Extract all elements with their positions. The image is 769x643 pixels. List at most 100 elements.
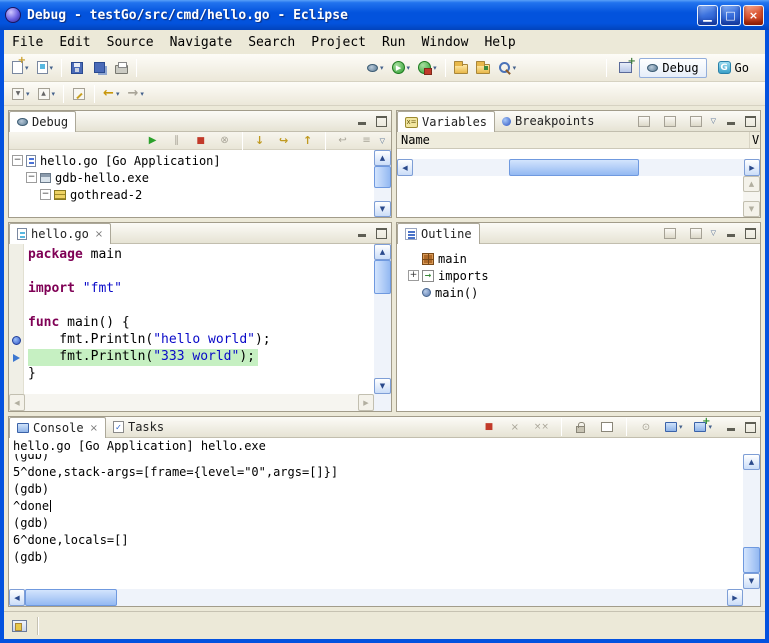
view-menu-icon[interactable]: ▽: [711, 229, 716, 237]
editor-code-area[interactable]: package mainimport "fmt"func main() { fm…: [24, 244, 374, 394]
remove-all-launches-button[interactable]: ××: [531, 416, 552, 438]
scroll-left-button[interactable]: ◀: [397, 159, 413, 176]
scroll-up-button[interactable]: ▲: [743, 176, 760, 192]
scrollbar-thumb[interactable]: [374, 166, 391, 188]
scroll-down-button[interactable]: ▼: [743, 573, 760, 589]
minimize-view-icon[interactable]: [725, 115, 738, 127]
dropdown-icon[interactable]: ▾: [433, 64, 437, 72]
minimize-button[interactable]: ▁: [697, 5, 718, 26]
save-all-button[interactable]: [89, 57, 109, 79]
menu-edit[interactable]: Edit: [51, 32, 98, 53]
scrollbar-track[interactable]: [25, 589, 727, 606]
previous-annotation-button[interactable]: ▾: [35, 83, 59, 105]
view-menu-icon[interactable]: ▽: [711, 117, 716, 125]
scroll-lock-button[interactable]: [571, 416, 591, 438]
perspective-debug-button[interactable]: Debug: [639, 58, 706, 78]
maximize-view-icon[interactable]: [743, 115, 756, 127]
scrollbar-track[interactable]: [413, 159, 744, 176]
terminate-button[interactable]: ■: [479, 416, 499, 438]
maximize-view-icon[interactable]: [743, 421, 756, 433]
variables-column-header[interactable]: Name V: [397, 132, 760, 149]
save-button[interactable]: [67, 57, 87, 79]
tree-row[interactable]: −gothread-2: [9, 186, 374, 203]
menu-help[interactable]: Help: [476, 32, 523, 53]
tree-row[interactable]: main(): [405, 284, 760, 301]
scroll-left-button[interactable]: ◀: [9, 589, 25, 606]
menu-window[interactable]: Window: [413, 32, 476, 53]
scrollbar-thumb[interactable]: [374, 260, 391, 294]
minus-expander-icon[interactable]: −: [40, 189, 51, 200]
resume-button[interactable]: ▶: [143, 130, 163, 152]
scroll-up-button[interactable]: ▲: [743, 454, 760, 470]
plus-expander-icon[interactable]: +: [408, 270, 419, 281]
dropdown-icon[interactable]: ▾: [50, 64, 54, 72]
tree-row[interactable]: +imports: [405, 267, 760, 284]
menu-navigate[interactable]: Navigate: [162, 32, 241, 53]
step-filters-button[interactable]: ≡: [357, 130, 377, 152]
dropdown-icon[interactable]: ▾: [380, 64, 384, 72]
run-button[interactable]: ▾: [389, 57, 414, 79]
close-button[interactable]: ×: [743, 5, 764, 26]
horizontal-scrollbar[interactable]: ◀ ▶: [9, 589, 743, 606]
scrollbar-track[interactable]: [374, 260, 391, 378]
show-type-names-button[interactable]: [634, 110, 654, 132]
suspend-button[interactable]: ∥: [167, 130, 187, 152]
dropdown-icon[interactable]: ▾: [116, 90, 120, 98]
open-perspective-button[interactable]: [615, 57, 635, 79]
menu-run[interactable]: Run: [374, 32, 413, 53]
scroll-right-button[interactable]: ▶: [744, 159, 760, 176]
scroll-down-button[interactable]: ▼: [374, 201, 391, 217]
dropdown-icon[interactable]: ▾: [140, 90, 144, 98]
scroll-up-button[interactable]: ▲: [374, 244, 391, 260]
minus-expander-icon[interactable]: −: [26, 172, 37, 183]
import-folder-button[interactable]: [473, 57, 493, 79]
menu-project[interactable]: Project: [303, 32, 374, 53]
menu-search[interactable]: Search: [240, 32, 303, 53]
vertical-scrollbar-disabled[interactable]: ▲ ▼: [743, 176, 760, 217]
minimize-view-icon[interactable]: [725, 227, 738, 239]
title-bar[interactable]: Debug - testGo/src/cmd/hello.go - Eclips…: [0, 0, 769, 30]
forward-button[interactable]: →▾: [124, 83, 146, 105]
pin-console-button[interactable]: ⊙: [636, 416, 656, 438]
new-go-element-button[interactable]: ▾: [34, 57, 57, 79]
debug-tree[interactable]: −hello.go [Go Application]−gdb-hello.exe…: [9, 150, 374, 217]
column-name[interactable]: Name: [397, 132, 750, 148]
open-folder-button[interactable]: [451, 57, 471, 79]
scrollbar-thumb[interactable]: [509, 159, 639, 176]
vertical-scrollbar[interactable]: ▲ ▼: [374, 150, 391, 217]
dropdown-icon[interactable]: ▾: [407, 64, 411, 72]
scroll-down-button[interactable]: ▼: [743, 201, 760, 217]
horizontal-scrollbar-disabled[interactable]: ◀ ▶: [9, 394, 374, 411]
remove-launch-button[interactable]: ×: [505, 416, 525, 438]
breakpoint-icon[interactable]: [12, 336, 21, 345]
step-over-button[interactable]: ↪: [274, 130, 294, 152]
filter-button[interactable]: [686, 222, 706, 244]
maximize-view-icon[interactable]: [743, 227, 756, 239]
vertical-scrollbar[interactable]: ▲ ▼: [743, 454, 760, 589]
scrollbar-track[interactable]: [743, 470, 760, 573]
scrollbar-thumb[interactable]: [743, 547, 760, 573]
maximize-view-icon[interactable]: [374, 227, 387, 239]
console-output[interactable]: (gdb)5^done,stack-args=[frame={level="0"…: [9, 454, 743, 589]
tree-row[interactable]: −hello.go [Go Application]: [9, 152, 374, 169]
scroll-up-button[interactable]: ▲: [374, 150, 391, 166]
editor-gutter[interactable]: [9, 244, 24, 394]
dropdown-icon[interactable]: ▾: [52, 90, 56, 98]
minimize-view-icon[interactable]: [725, 421, 738, 433]
back-button[interactable]: ←▾: [100, 83, 122, 105]
last-edit-location-button[interactable]: [69, 83, 89, 105]
minimize-view-icon[interactable]: [356, 115, 369, 127]
menu-file[interactable]: File: [4, 32, 51, 53]
tab-console[interactable]: Console ×: [9, 417, 106, 438]
scrollbar-track[interactable]: [374, 166, 391, 201]
dropdown-icon[interactable]: ▾: [26, 90, 30, 98]
new-wizard-button[interactable]: ▾: [9, 57, 32, 79]
vertical-scrollbar[interactable]: ▲ ▼: [374, 244, 391, 394]
debug-button[interactable]: ▾: [364, 57, 387, 79]
maximize-button[interactable]: □: [720, 5, 741, 26]
tree-row[interactable]: main: [405, 250, 760, 267]
variables-tree[interactable]: [397, 149, 760, 159]
column-value[interactable]: V: [750, 133, 760, 147]
tree-row[interactable]: −gdb-hello.exe: [9, 169, 374, 186]
variables-detail-pane[interactable]: ▲ ▼: [397, 176, 760, 217]
